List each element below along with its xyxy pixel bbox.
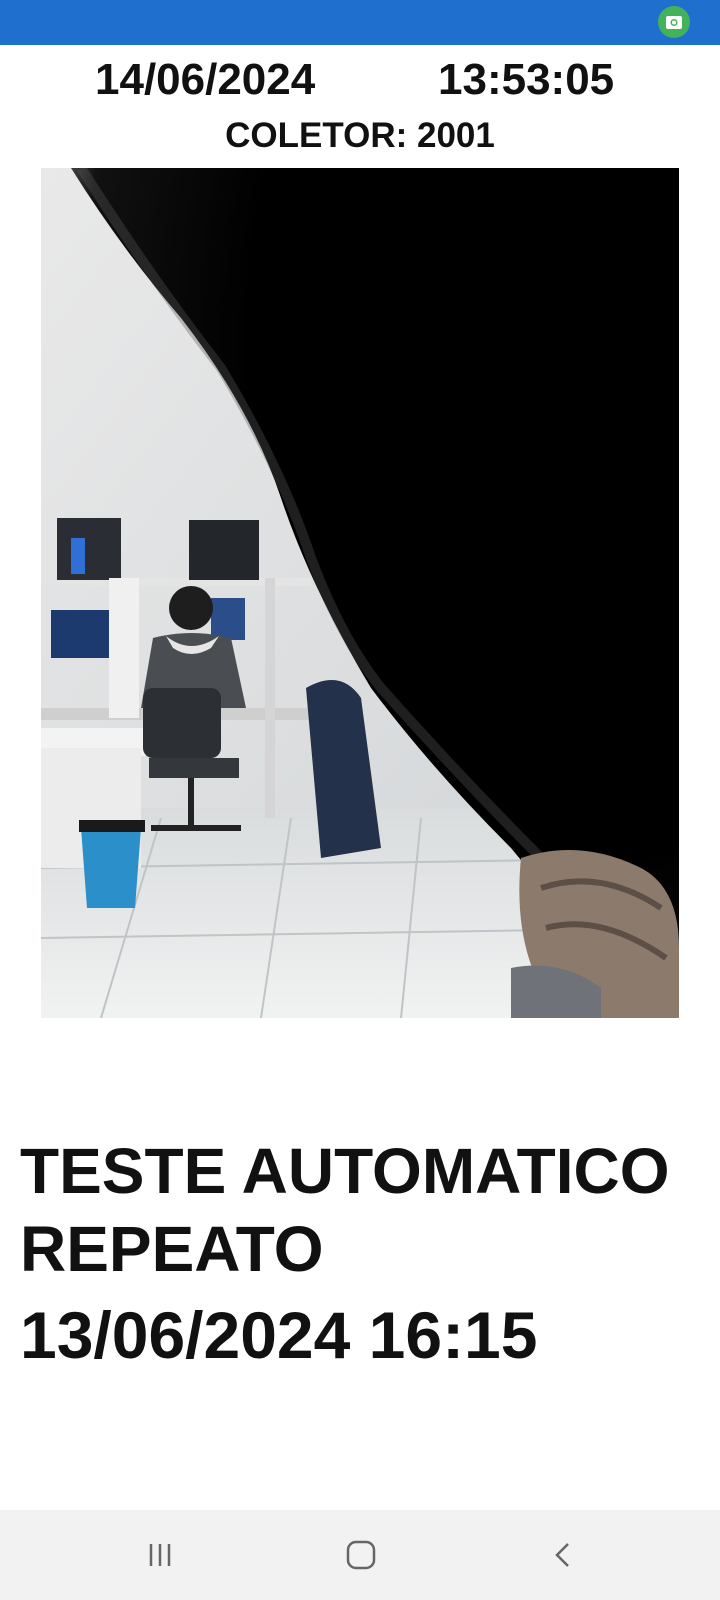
navigation-bar — [0, 1510, 720, 1600]
current-date: 14/06/2024 — [95, 55, 316, 104]
collector-label: COLETOR: 2001 — [225, 116, 495, 155]
back-icon[interactable] — [533, 1528, 593, 1582]
camera-icon — [658, 6, 690, 38]
message-line-1: TESTE AUTOMATICO — [20, 1135, 670, 1207]
message-timestamp: 13/06/2024 16:15 — [20, 1298, 538, 1372]
recents-icon[interactable] — [130, 1528, 190, 1582]
status-bar — [0, 0, 720, 45]
header-datetime: 14/06/2024 13:53:05 — [0, 52, 720, 108]
current-time: 13:53:05 — [438, 55, 615, 104]
captured-photo — [41, 168, 679, 1018]
message-line-2: REPEATO — [20, 1213, 324, 1285]
alert-message: TESTE AUTOMATICO REPEATO — [20, 1132, 710, 1288]
home-icon[interactable] — [331, 1528, 391, 1582]
